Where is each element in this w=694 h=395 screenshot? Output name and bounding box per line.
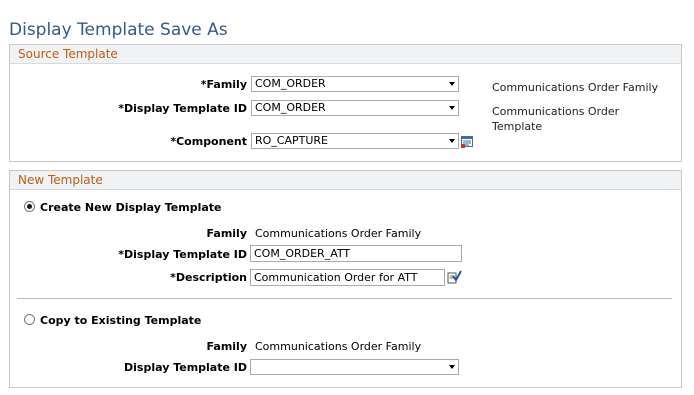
- chevron-down-icon: [449, 82, 455, 86]
- display-template-id-select-value: COM_ORDER: [255, 101, 326, 114]
- section-divider: [17, 298, 672, 299]
- page-title: Display Template Save As: [9, 20, 228, 40]
- create-new-radio[interactable]: [24, 201, 35, 212]
- description-input-value: Communication Order for ATT: [254, 271, 418, 284]
- group-title: New Template: [18, 173, 103, 187]
- family-select[interactable]: COM_ORDER: [251, 76, 459, 92]
- display-template-id-input-value: COM_ORDER_ATT: [254, 247, 351, 260]
- family-description: Communications Order Family: [492, 81, 659, 94]
- copy-display-template-id-select[interactable]: [250, 359, 459, 375]
- copy-existing-label[interactable]: Copy to Existing Template: [40, 314, 201, 327]
- family-label: Family: [206, 227, 247, 240]
- family-select-value: COM_ORDER: [255, 77, 326, 90]
- copy-existing-radio[interactable]: [24, 314, 35, 325]
- source-template-group: Source Template *Family COM_ORDER Commun…: [9, 44, 682, 162]
- copy-family-value: Communications Order Family: [255, 340, 422, 353]
- component-label: *Component: [170, 135, 247, 148]
- description-label: *Description: [170, 271, 247, 284]
- new-template-group: New Template Create New Display Template…: [9, 170, 682, 388]
- description-input[interactable]: Communication Order for ATT: [250, 269, 445, 286]
- display-template-id-label: *Display Template ID: [118, 102, 247, 115]
- group-title: Source Template: [18, 47, 118, 61]
- component-select[interactable]: RO_CAPTURE: [251, 133, 459, 149]
- display-template-id-input[interactable]: COM_ORDER_ATT: [250, 245, 462, 262]
- display-template-description-line1: Communications Order: [492, 105, 620, 118]
- family-label: *Family: [200, 78, 247, 91]
- component-select-value: RO_CAPTURE: [255, 134, 329, 147]
- group-header: Source Template: [10, 45, 681, 64]
- chevron-down-icon: [449, 106, 455, 110]
- family-value: Communications Order Family: [255, 227, 422, 240]
- spell-check-icon[interactable]: [447, 270, 462, 284]
- copy-family-label: Family: [206, 340, 247, 353]
- group-header: New Template: [10, 171, 681, 190]
- chevron-down-icon: [449, 365, 455, 369]
- display-template-id-select[interactable]: COM_ORDER: [251, 100, 459, 116]
- display-template-description-line2: Template: [492, 120, 543, 133]
- copy-display-template-id-label: Display Template ID: [124, 361, 247, 374]
- lookup-icon[interactable]: [461, 136, 474, 148]
- create-new-label[interactable]: Create New Display Template: [40, 201, 222, 214]
- display-template-id-label: *Display Template ID: [118, 248, 247, 261]
- chevron-down-icon: [449, 139, 455, 143]
